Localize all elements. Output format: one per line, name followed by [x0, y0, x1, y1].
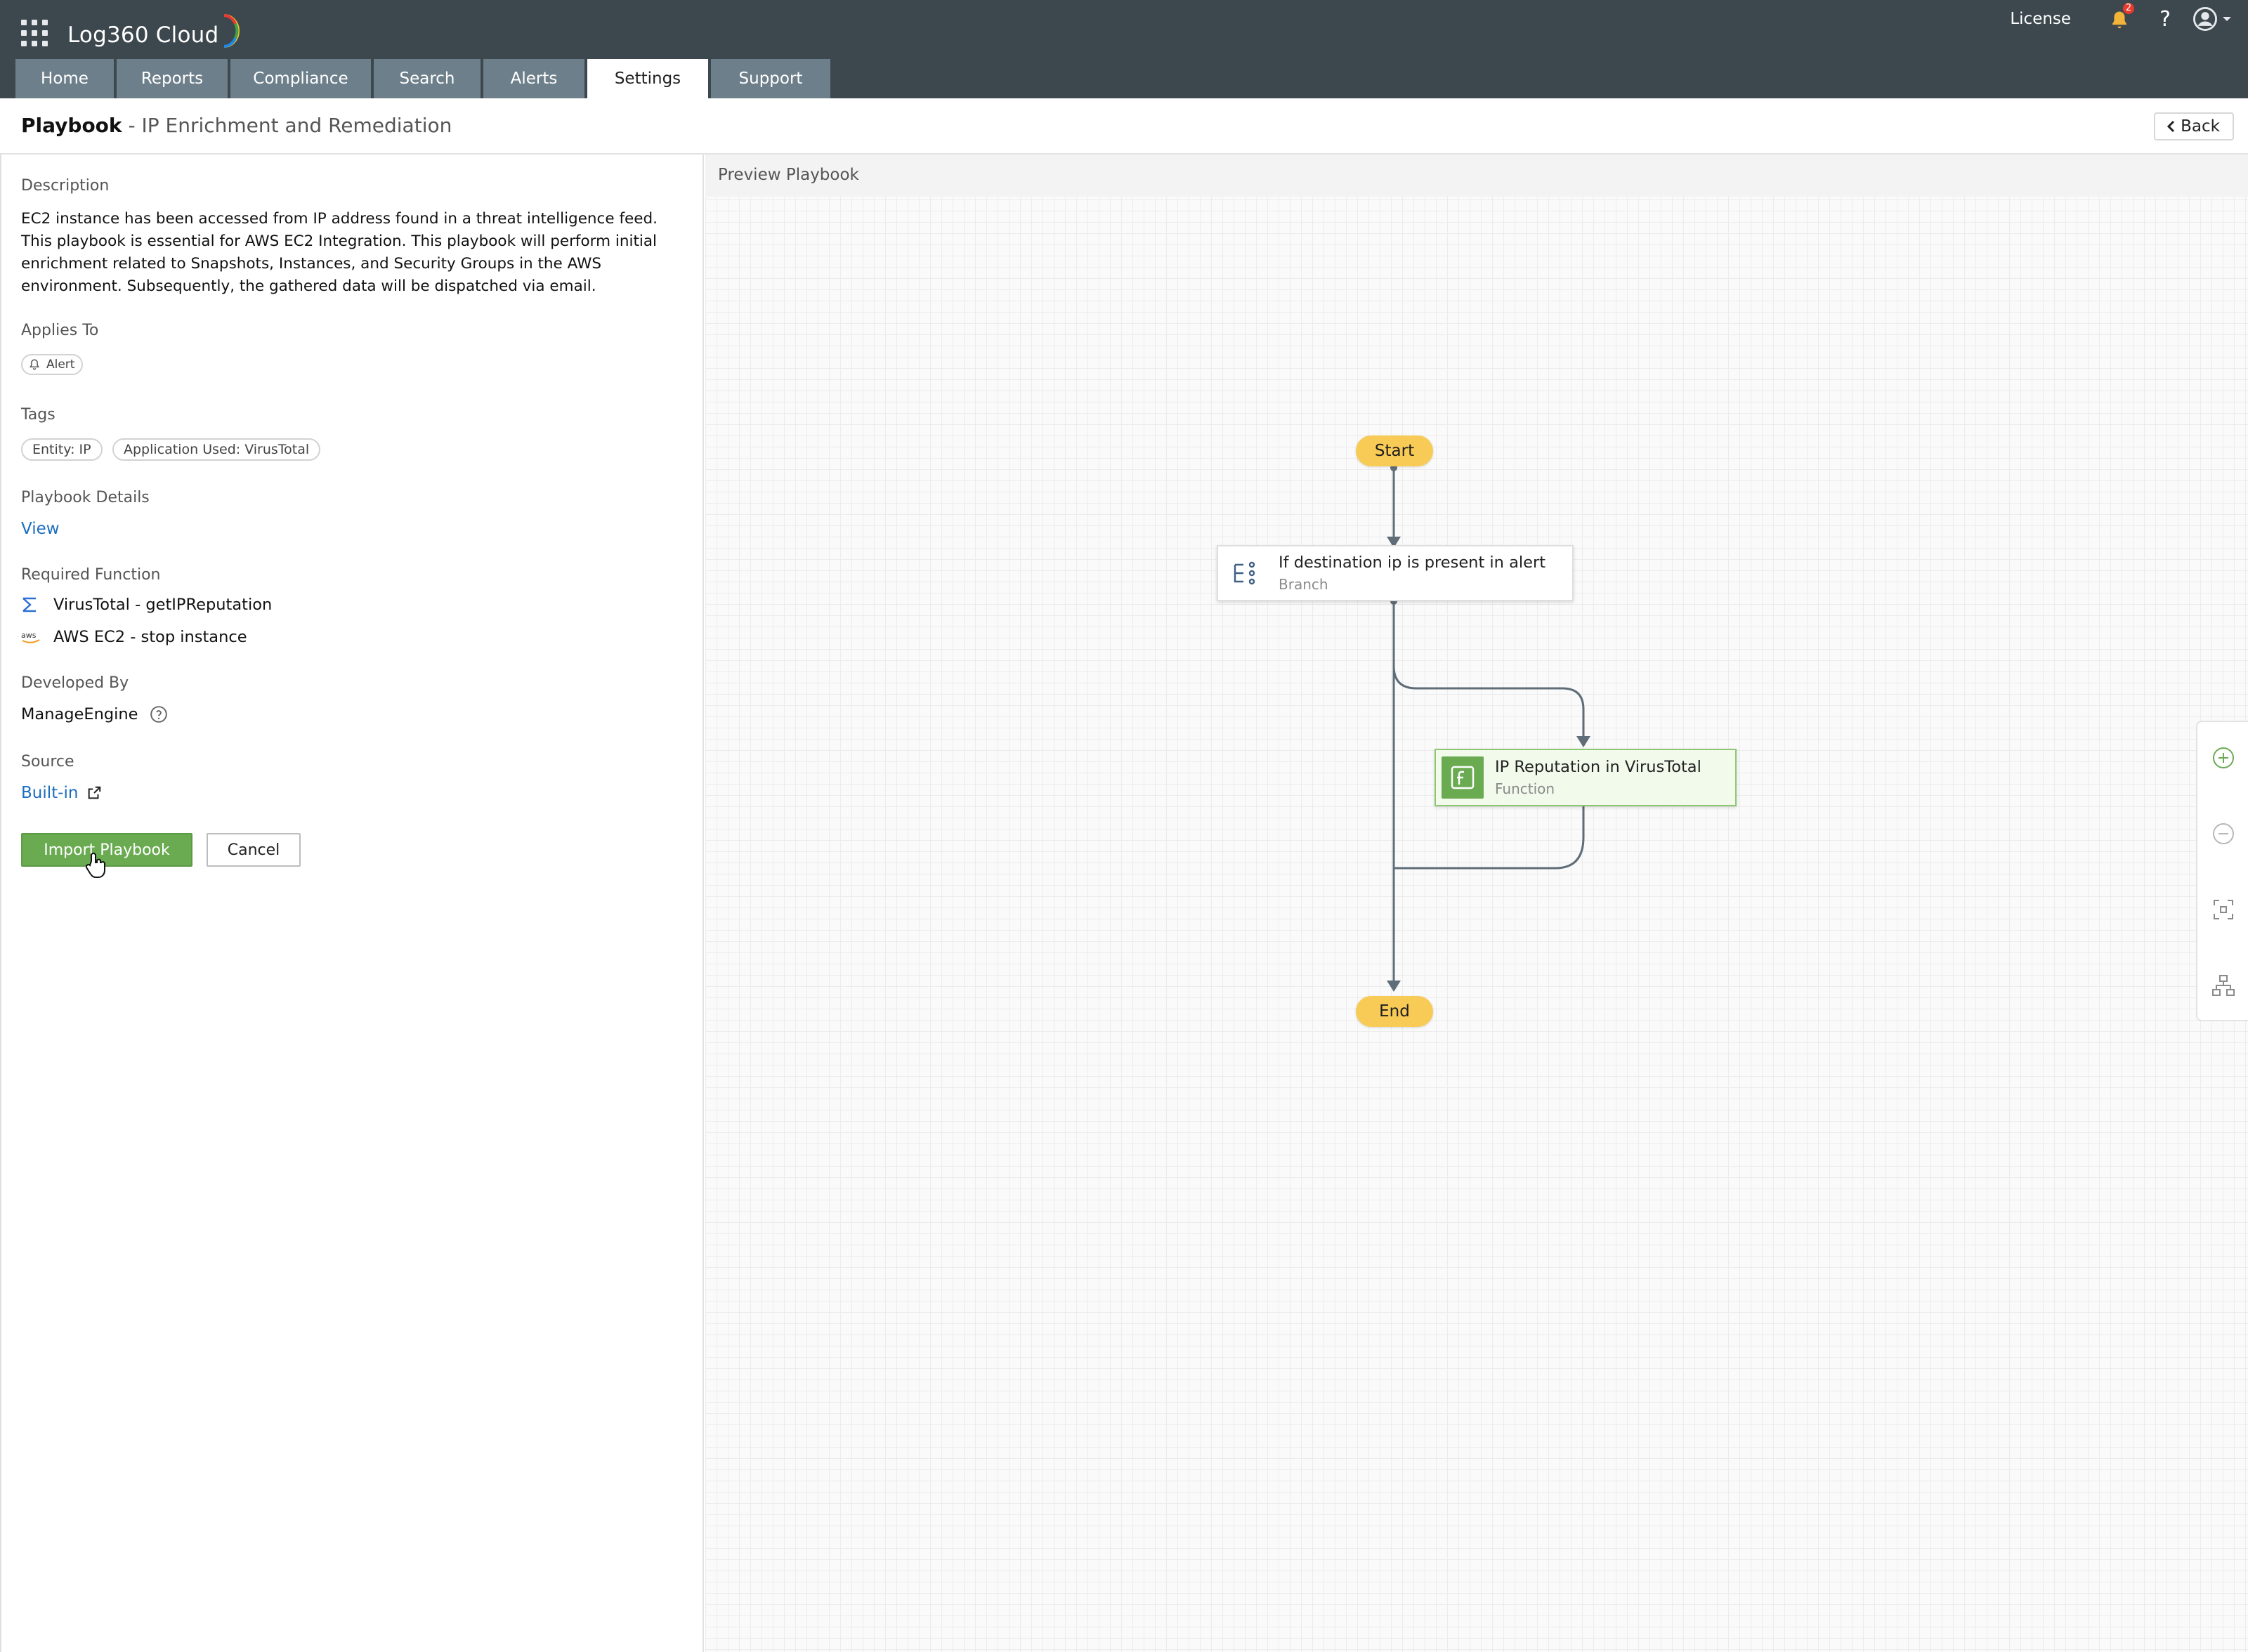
zoom-in-icon[interactable]: [2210, 745, 2237, 771]
branch-node-type: Branch: [1279, 576, 1328, 593]
user-avatar-icon: [2193, 7, 2217, 31]
start-node[interactable]: Start: [1356, 435, 1433, 466]
function-node-title: IP Reputation in VirusTotal: [1495, 758, 1701, 776]
canvas-controls: [2196, 721, 2248, 1021]
app-grid-icon[interactable]: [21, 20, 48, 46]
notification-count-badge: 2: [2123, 3, 2135, 14]
required-function-label: Required Function: [21, 566, 161, 584]
chevron-left-icon: [2167, 120, 2175, 133]
function-node-type: Function: [1495, 780, 1555, 797]
function-label: AWS EC2 - stop instance: [53, 628, 247, 646]
page-title-playbook-name: - IP Enrichment and Remediation: [128, 114, 452, 137]
view-details-link[interactable]: View: [21, 520, 60, 538]
tab-alerts[interactable]: Alerts: [483, 59, 584, 98]
branch-node-text: If destination ip is present in alert Br…: [1279, 553, 1546, 593]
back-button-label: Back: [2181, 117, 2220, 136]
applies-to-badge: Alert: [21, 354, 84, 375]
source-value: Built-in: [21, 784, 79, 802]
playbook-details-panel: Description EC2 instance has been access…: [0, 155, 704, 1652]
source-link[interactable]: Built-in: [21, 784, 102, 802]
virustotal-icon: [21, 597, 45, 612]
page-title-main: Playbook: [21, 114, 122, 137]
caret-down-icon: [2223, 17, 2231, 21]
branch-node-title: If destination ip is present in alert: [1279, 553, 1546, 572]
layout-tree-icon[interactable]: [2210, 972, 2237, 999]
page-title: Playbook - IP Enrichment and Remediation: [21, 114, 452, 137]
function-node[interactable]: IP Reputation in VirusTotal Function: [1435, 749, 1737, 806]
logo-arc-icon: [224, 14, 240, 48]
branch-node[interactable]: If destination ip is present in alert Br…: [1217, 545, 1574, 601]
bell-outline-icon: [30, 359, 39, 370]
end-node[interactable]: End: [1356, 996, 1433, 1027]
back-button[interactable]: Back: [2154, 112, 2234, 140]
cancel-button[interactable]: Cancel: [207, 833, 301, 867]
tag-application: Application Used: VirusTotal: [112, 438, 321, 461]
function-icon: [1442, 756, 1484, 799]
flow-connectors: [1387, 464, 1590, 992]
branch-icon: [1222, 551, 1267, 596]
notifications-bell[interactable]: 2: [2108, 3, 2135, 31]
tags-label: Tags: [21, 406, 55, 424]
product-logo[interactable]: Log360 Cloud: [67, 14, 240, 55]
description-label: Description: [21, 177, 110, 195]
description-text: EC2 instance has been accessed from IP a…: [21, 210, 658, 295]
license-link[interactable]: License: [2010, 10, 2071, 28]
top-right-actions: License 2 ?: [2010, 0, 2248, 38]
playbook-details-label: Playbook Details: [21, 489, 150, 506]
svg-text:aws: aws: [21, 631, 37, 640]
zoom-out-icon[interactable]: [2210, 820, 2237, 847]
tab-home[interactable]: Home: [15, 59, 114, 98]
top-bar: Log360 Cloud License 2 ? Home Reports Co…: [0, 0, 2248, 98]
tab-compliance[interactable]: Compliance: [230, 59, 371, 98]
aws-icon: aws: [21, 629, 45, 645]
tab-support[interactable]: Support: [711, 59, 830, 98]
page-header: Playbook - IP Enrichment and Remediation…: [0, 98, 2248, 155]
tag-entity: Entity: IP: [21, 438, 103, 461]
developed-by-value: ManageEngine: [21, 705, 138, 723]
help-icon[interactable]: ?: [2159, 7, 2171, 32]
external-link-icon: [89, 786, 101, 799]
fit-to-screen-icon[interactable]: [2210, 896, 2237, 923]
tab-reports[interactable]: Reports: [117, 59, 228, 98]
function-node-text: IP Reputation in VirusTotal Function: [1495, 758, 1701, 797]
import-playbook-button[interactable]: Import Playbook: [21, 833, 192, 867]
function-item-virustotal: VirusTotal - getIPReputation: [21, 596, 272, 614]
developed-by-row: ManageEngine: [21, 705, 168, 723]
function-label: VirusTotal - getIPReputation: [53, 596, 273, 614]
developed-by-label: Developed By: [21, 674, 129, 692]
arrowhead-icon: [1576, 736, 1590, 747]
mouse-cursor-icon: [86, 853, 105, 878]
function-item-aws: aws AWS EC2 - stop instance: [21, 628, 247, 646]
connector-function-merge: [1394, 806, 1585, 870]
help-circle-icon[interactable]: [150, 705, 168, 723]
playbook-preview-canvas: Preview Playbook Start If destination ip…: [705, 155, 2248, 1652]
tab-settings[interactable]: Settings: [587, 59, 708, 98]
user-menu[interactable]: [2193, 7, 2233, 31]
main-nav-tabs: Home Reports Compliance Search Alerts Se…: [15, 59, 833, 98]
tab-search[interactable]: Search: [374, 59, 481, 98]
source-label: Source: [21, 753, 74, 771]
connector-branch-function: [1392, 665, 1585, 739]
applies-to-value: Alert: [46, 358, 75, 372]
applies-to-label: Applies To: [21, 322, 99, 339]
arrowhead-icon: [1387, 981, 1401, 992]
product-name: Log360 Cloud: [67, 22, 219, 48]
